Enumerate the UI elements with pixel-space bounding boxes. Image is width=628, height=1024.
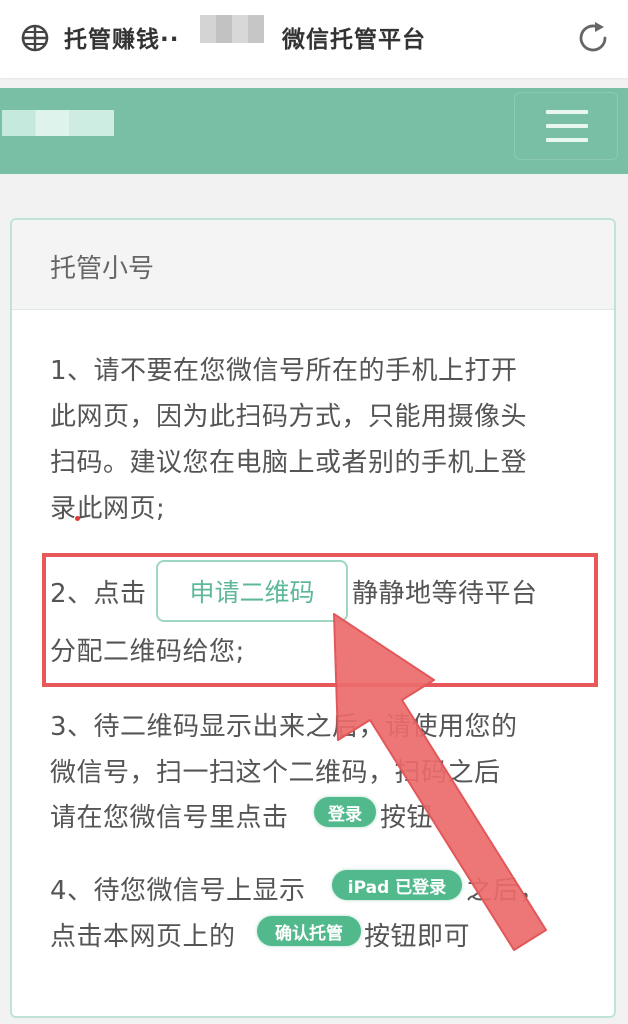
blurred-logo — [2, 110, 114, 136]
step4-line2-prefix: 点击本网页上的 — [50, 922, 236, 952]
step1-line: 此网页，因为此扫码方式，只能用摄像头 — [50, 402, 528, 432]
browser-address-bar: 托管赚钱·· 微信托管平台 — [0, 0, 628, 78]
site-header — [0, 88, 628, 174]
step3-line1: 3、待二维码显示出来之后，请使用您的 — [50, 712, 518, 742]
page-subtitle: 微信托管平台 — [282, 27, 426, 53]
refresh-icon[interactable] — [575, 20, 611, 56]
page-title: 托管赚钱·· — [64, 27, 180, 53]
step1-line: 1、请不要在您微信号所在的手机上打开 — [50, 356, 518, 386]
step4-line1-suffix: 之后， — [466, 876, 546, 906]
step1-line: 录此网页; — [50, 494, 166, 524]
menu-button[interactable] — [514, 92, 618, 160]
step1-line: 扫码。建议您在电脑上或者别的手机上登 — [50, 448, 528, 478]
login-badge: 登录 — [314, 797, 376, 827]
confirm-hosting-badge: 确认托管 — [257, 916, 361, 946]
ipad-logged-in-badge: iPad 已登录 — [332, 870, 462, 900]
step3-line3-suffix: 按钮 — [380, 803, 434, 833]
step4-line1-prefix: 4、待您微信号上显示 — [50, 876, 306, 906]
card-title: 托管小号 — [50, 254, 155, 284]
highlight-box — [42, 553, 598, 687]
step4-line2-suffix: 按钮即可 — [364, 922, 471, 952]
red-dot — [75, 516, 80, 521]
step3-line2: 微信号，扫一扫这个二维码，扫码之后 — [50, 758, 501, 788]
step3-line3-prefix: 请在您微信号里点击 — [50, 803, 289, 833]
globe-icon — [21, 24, 49, 52]
blurred-text — [200, 15, 264, 43]
